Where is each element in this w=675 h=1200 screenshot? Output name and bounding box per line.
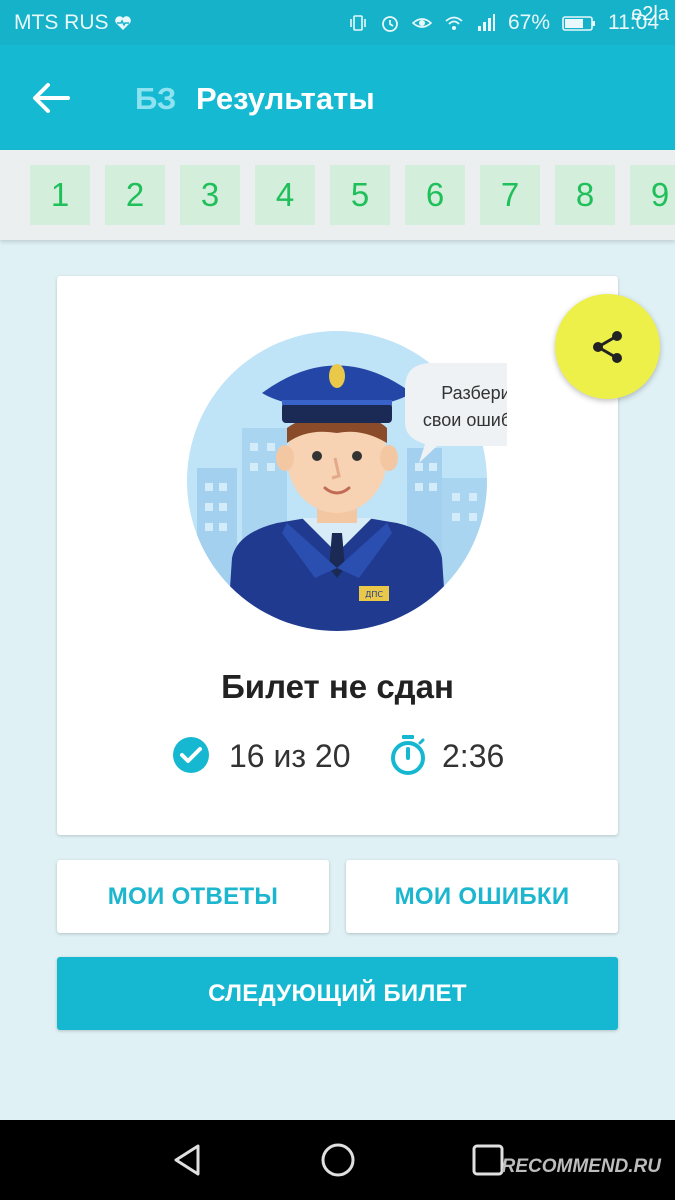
back-arrow-icon[interactable]	[30, 80, 74, 116]
badge-text: ДПС	[365, 590, 383, 599]
police-officer-illustration: ДПС Разбери свои ошибки	[187, 331, 507, 631]
page-title: Результаты	[196, 81, 375, 116]
question-tab-6[interactable]: 6	[405, 165, 465, 225]
result-title: Билет не сдан	[221, 668, 454, 705]
stopwatch-icon	[391, 735, 425, 775]
next-ticket-button[interactable]: СЛЕДУЮЩИЙ БИЛЕТ	[57, 957, 618, 1030]
my-errors-button[interactable]: МОИ ОШИБКИ	[346, 860, 618, 933]
vibrate-icon	[350, 15, 366, 31]
nav-recents-icon[interactable]	[470, 1142, 506, 1178]
result-stats: 16 из 20 2:36	[57, 734, 618, 778]
wifi-icon	[445, 16, 463, 30]
app-bar: БЗ Результаты	[0, 45, 675, 150]
corner-watermark: e2la	[631, 3, 669, 25]
share-icon	[592, 330, 622, 363]
eye-icon	[411, 18, 432, 28]
app-badge: БЗ	[135, 81, 177, 116]
status-left: MTS RUS	[14, 11, 133, 35]
question-tab-5[interactable]: 5	[330, 165, 390, 225]
heart-health-icon	[114, 16, 131, 30]
score-text: 16 из 20	[229, 738, 351, 774]
time-text: 2:36	[442, 738, 505, 774]
question-tab-8[interactable]: 8	[555, 165, 615, 225]
my-answers-button[interactable]: МОИ ОТВЕТЫ	[57, 860, 329, 933]
speech-bubble-line-2: свои ошибки	[423, 410, 507, 430]
question-tab-2[interactable]: 2	[105, 165, 165, 225]
question-tabs: 1 2 3 4 5 6 7 8 9	[0, 150, 675, 240]
recommend-watermark: RECOMMEND.RU	[501, 1156, 661, 1177]
status-bar: MTS RUS 67% 11:04 e2la	[0, 0, 675, 45]
system-nav-bar: RECOMMEND.RU	[0, 1120, 675, 1200]
question-tab-9[interactable]: 9	[630, 165, 675, 225]
battery-icon	[562, 16, 595, 31]
alarm-icon	[382, 16, 398, 32]
status-right: 67% 11:04	[348, 11, 659, 35]
nav-home-icon[interactable]	[320, 1142, 356, 1178]
check-circle-icon	[173, 737, 209, 773]
share-button[interactable]	[555, 294, 660, 399]
signal-icon	[477, 14, 495, 31]
question-tab-7[interactable]: 7	[480, 165, 540, 225]
carrier-label: MTS RUS	[14, 11, 109, 34]
question-tab-4[interactable]: 4	[255, 165, 315, 225]
result-card: ДПС Разбери свои ошибки Билет не сдан	[57, 276, 618, 835]
question-tab-1[interactable]: 1	[30, 165, 90, 225]
nav-back-icon[interactable]	[170, 1142, 206, 1178]
battery-percent: 67%	[507, 11, 550, 34]
question-tab-3[interactable]: 3	[180, 165, 240, 225]
speech-bubble-line-1: Разбери	[441, 383, 507, 403]
